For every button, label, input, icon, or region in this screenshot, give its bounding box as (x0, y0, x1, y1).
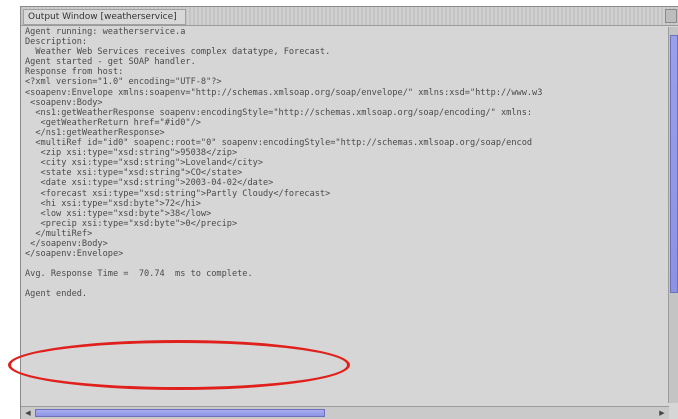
output-line: <zip xsi:type="xsd:string">95038</zip> (25, 148, 238, 159)
scroll-right-arrow-icon[interactable]: ▶ (657, 408, 667, 418)
output-line: <state xsi:type="xsd:string">CO</state> (25, 168, 243, 179)
horizontal-scrollbar[interactable]: ◀ ▶ (21, 406, 669, 419)
output-line: Response from host: (25, 67, 124, 78)
agent-ended-line: Agent ended. (25, 289, 88, 300)
scroll-left-arrow-icon[interactable]: ◀ (23, 408, 33, 418)
output-line: <soapenv:Body> (25, 97, 103, 108)
output-line: </ns1:getWeatherResponse> (25, 127, 165, 138)
output-line: <?xml version="1.0" encoding="UTF-8"?> (25, 77, 222, 88)
output-line: <soapenv:Envelope xmlns:soapenv="http://… (25, 87, 543, 98)
output-line: Weather Web Services receives complex da… (25, 47, 331, 58)
output-line: <multiRef id="id0" soapenc:root="0" soap… (25, 138, 533, 149)
output-line: </soapenv:Envelope> (25, 249, 124, 260)
vertical-scroll-thumb[interactable] (670, 35, 678, 293)
output-line: <forecast xsi:type="xsd:string">Partly C… (25, 188, 331, 199)
output-line: <getWeatherReturn href="#id0"/> (25, 117, 201, 128)
output-line: <ns1:getWeatherResponse soapenv:encoding… (25, 107, 533, 118)
response-time-line: Avg. Response Time = 70.74 ms to complet… (25, 269, 253, 280)
window-control-button[interactable] (665, 9, 677, 23)
output-line: Agent started - get SOAP handler. (25, 57, 196, 68)
vertical-scrollbar[interactable] (668, 27, 678, 403)
output-line: Agent running: weatherservice.a (25, 27, 186, 37)
output-line: <precip xsi:type="xsd:byte">0</precip> (25, 218, 238, 229)
horizontal-scroll-thumb[interactable] (35, 409, 325, 417)
output-line: <date xsi:type="xsd:string">2003-04-02</… (25, 178, 274, 189)
output-line: <hi xsi:type="xsd:byte">72</hi> (25, 198, 201, 209)
window-title: Output Window [weatherservice] (23, 9, 186, 25)
title-bar[interactable]: Output Window [weatherservice] (21, 7, 678, 26)
output-line: <city xsi:type="xsd:string">Loveland</ci… (25, 158, 263, 169)
output-line: </soapenv:Body> (25, 238, 108, 249)
output-line: <low xsi:type="xsd:byte">38</low> (25, 208, 212, 219)
output-line: </multiRef> (25, 228, 93, 239)
output-line: Description: (25, 37, 88, 48)
output-text-area[interactable]: Agent running: weatherservice.a Descript… (25, 27, 665, 403)
output-window: Output Window [weatherservice] Agent run… (20, 6, 678, 419)
